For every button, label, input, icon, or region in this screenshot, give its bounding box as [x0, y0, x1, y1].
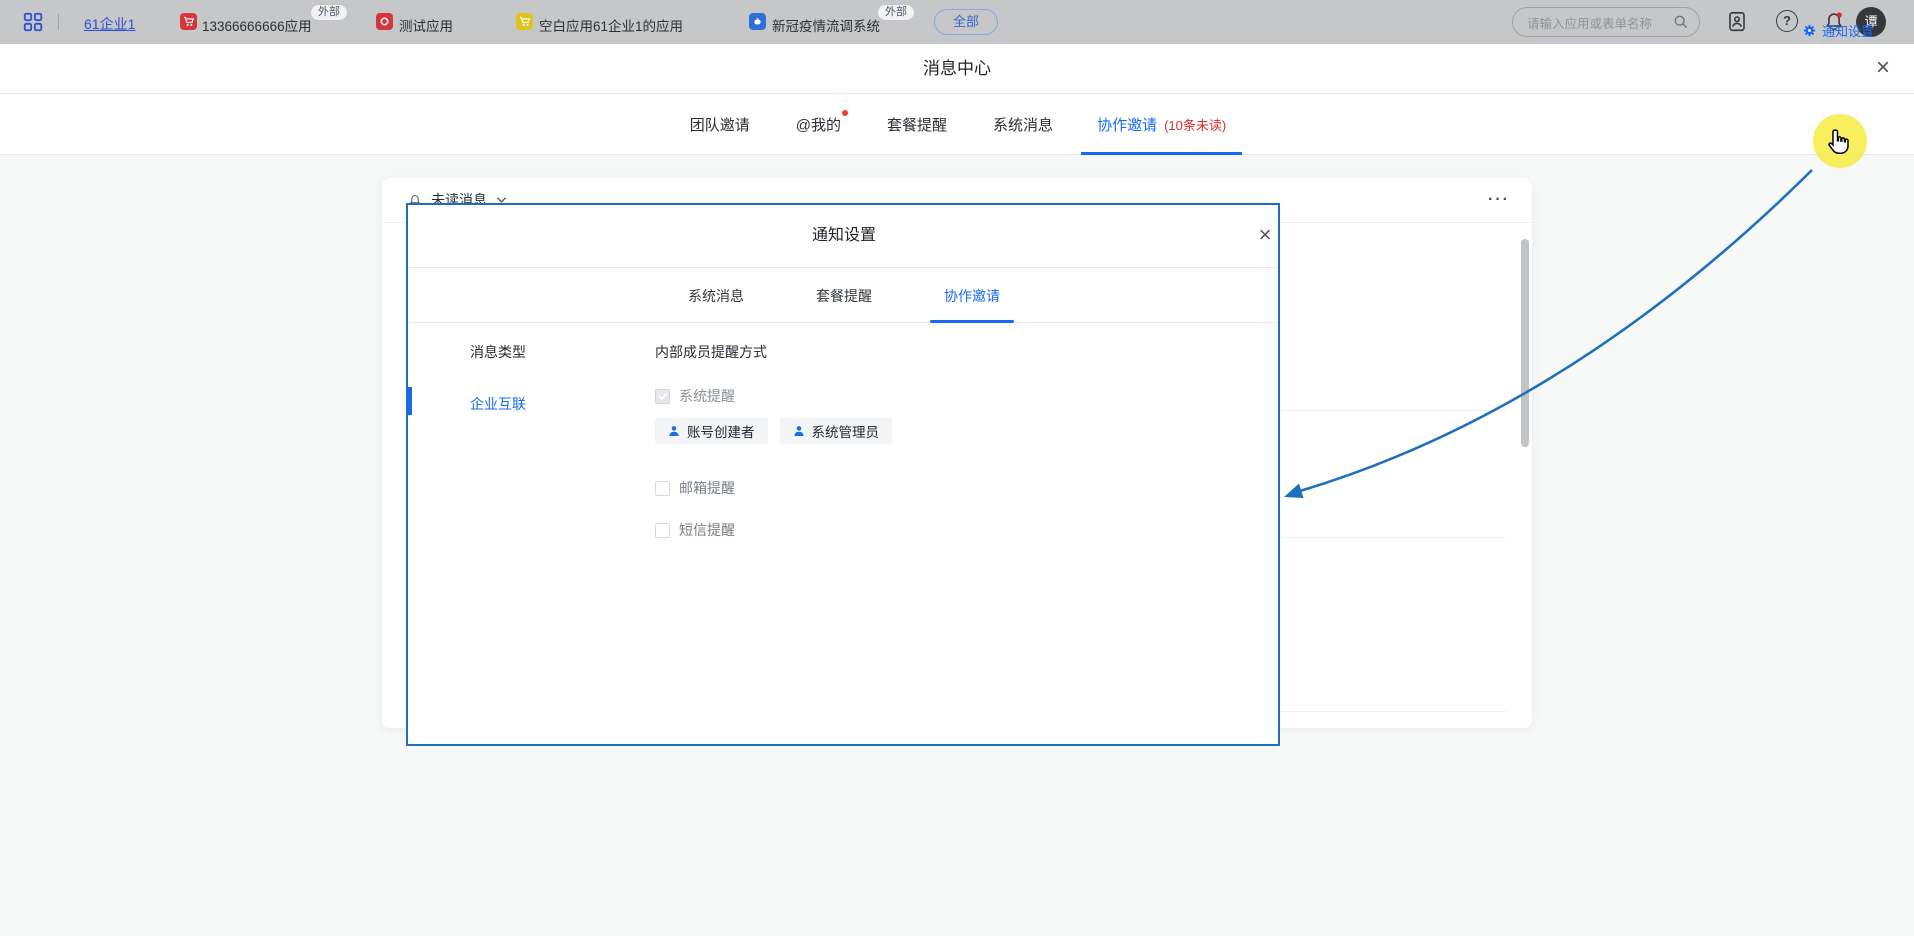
modal-close-icon[interactable]: ×: [1248, 219, 1282, 253]
external-badge: 外部: [877, 4, 915, 21]
option-system-remind[interactable]: 系统提醒: [655, 386, 735, 406]
active-nav-indicator: [408, 387, 412, 415]
message-tabs: 团队邀请 @我的 套餐提醒 系统消息 协作邀请 (10条未读): [0, 94, 1914, 155]
modal-tab-plan-reminder[interactable]: 套餐提醒: [802, 268, 886, 323]
external-badge: 外部: [310, 4, 348, 21]
app-icon-shell[interactable]: [749, 13, 766, 30]
org-link[interactable]: 61企业1: [84, 14, 135, 34]
notification-settings-button[interactable]: 通知设置: [1802, 0, 1874, 61]
tab-team-invite[interactable]: 团队邀请: [688, 94, 752, 155]
app-icon-cart-yellow[interactable]: [516, 13, 533, 30]
checkbox-checked-disabled: [655, 389, 670, 404]
option-email-remind[interactable]: 邮箱提醒: [655, 478, 735, 498]
modal-tabs: 系统消息 套餐提醒 协作邀请: [408, 268, 1280, 323]
more-icon[interactable]: ···: [1488, 191, 1510, 209]
all-apps-pill[interactable]: 全部: [934, 9, 998, 35]
modal-header: 通知设置 ×: [408, 205, 1280, 268]
search-input[interactable]: 请输入应用或表单名称: [1512, 7, 1700, 37]
topbar-app-1[interactable]: 13366666666应用: [202, 15, 312, 35]
option-sms-remind[interactable]: 短信提醒: [655, 520, 735, 540]
unread-count-badge: (10条未读): [1164, 115, 1226, 134]
tag-system-admin[interactable]: 系统管理员: [780, 418, 893, 444]
gear-icon: [1802, 23, 1817, 38]
modal-tab-collab-invite[interactable]: 协作邀请: [930, 268, 1014, 323]
search-icon: [1673, 14, 1689, 30]
notification-settings-modal: 通知设置 × 系统消息 套餐提醒 协作邀请 消息类型 内部成员提醒方式 企业互联…: [408, 205, 1280, 745]
recipient-tags: 账号创建者 系统管理员: [655, 418, 892, 444]
person-icon: [793, 425, 805, 437]
message-type-header: 消息类型: [470, 342, 526, 362]
unread-dot: [842, 110, 848, 116]
app-icon-cart[interactable]: [180, 13, 197, 30]
scrollbar-thumb[interactable]: [1521, 239, 1529, 447]
tag-account-creator[interactable]: 账号创建者: [655, 418, 768, 444]
chevron-down-icon: [496, 196, 507, 204]
remind-method-header: 内部成员提醒方式: [655, 342, 767, 362]
search-placeholder: 请输入应用或表单名称: [1527, 13, 1673, 32]
topbar-app-3[interactable]: 空白应用61企业1的应用: [539, 15, 683, 35]
person-icon: [668, 425, 680, 437]
tab-collab-invite[interactable]: 协作邀请 (10条未读): [1081, 94, 1242, 155]
checkbox-unchecked: [655, 481, 670, 496]
tab-plan-reminder[interactable]: 套餐提醒: [885, 94, 949, 155]
tab-system-message[interactable]: 系统消息: [991, 94, 1055, 155]
topbar-divider: [58, 14, 59, 30]
topbar-app-4[interactable]: 新冠疫情流调系统: [772, 15, 880, 35]
tab-at-me[interactable]: @我的: [794, 94, 843, 155]
topbar: 61企业1 13366666666应用 外部 测试应用 空白应用61企业1的应用…: [0, 0, 1914, 44]
modal-tab-system-message[interactable]: 系统消息: [674, 268, 758, 323]
topbar-app-2[interactable]: 测试应用: [399, 15, 453, 35]
checkbox-unchecked: [655, 523, 670, 538]
message-center-header: 消息中心 ×: [0, 44, 1914, 94]
app-launcher-grid-icon[interactable]: [22, 11, 44, 33]
contacts-icon[interactable]: [1726, 10, 1750, 34]
help-icon[interactable]: ?: [1776, 10, 1798, 32]
screen: 61企业1 13366666666应用 外部 测试应用 空白应用61企业1的应用…: [0, 0, 1914, 936]
page-title: 消息中心: [0, 44, 1914, 94]
modal-title: 通知设置: [408, 205, 1280, 267]
app-icon-ring[interactable]: [376, 13, 393, 30]
nav-item-enterprise-link[interactable]: 企业互联: [470, 394, 526, 414]
